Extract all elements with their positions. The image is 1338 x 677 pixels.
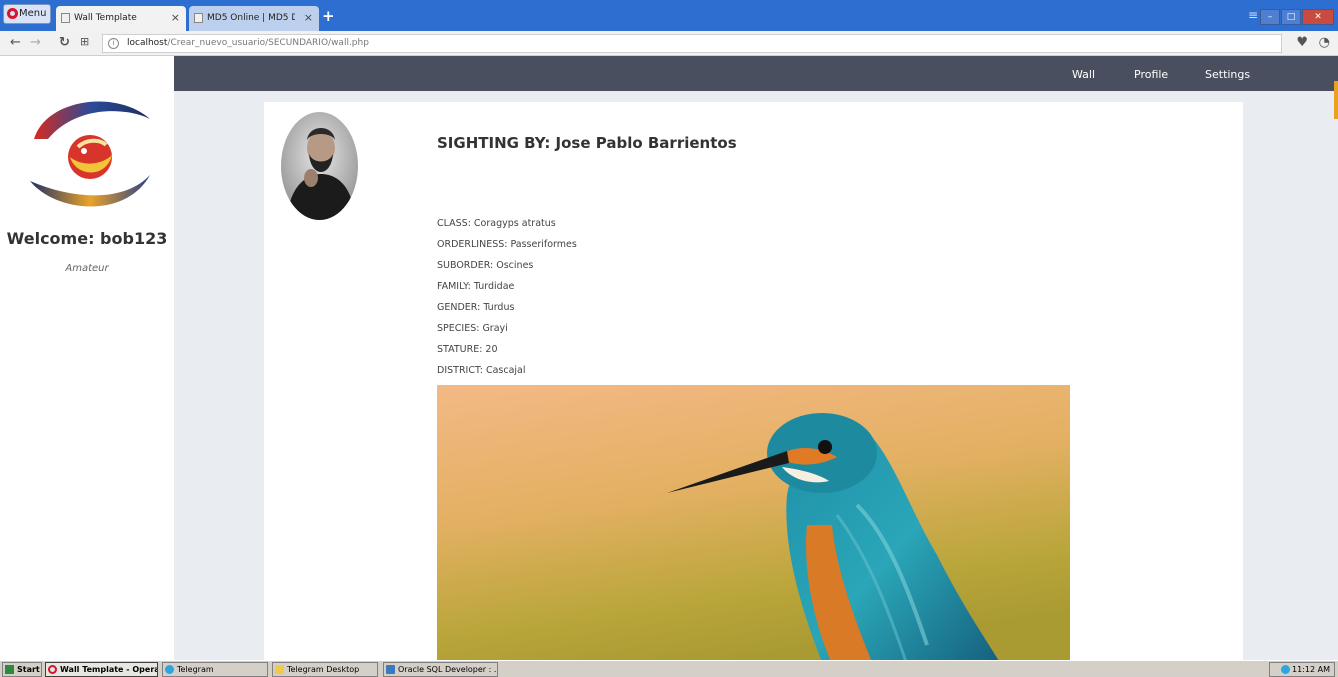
windows-taskbar: Start Wall Template - Opera Telegram Tel… [0, 660, 1338, 677]
start-label: Start [17, 665, 40, 674]
window-controls: – □ ✕ [1259, 4, 1334, 25]
forward-icon[interactable]: → [30, 35, 41, 50]
system-tray: 11:12 AM [1269, 662, 1335, 677]
opera-menu-button[interactable]: Menu [3, 4, 51, 24]
maximize-icon[interactable]: □ [1281, 9, 1301, 25]
lock-icon [194, 13, 203, 23]
user-role: Amateur [65, 263, 109, 274]
taskbar-label: Telegram Desktop [287, 665, 360, 674]
sighting-card: SIGHTING BY: Jose Pablo Barrientos CLASS… [264, 102, 1243, 660]
taskbar-item-telegram-desktop[interactable]: Telegram Desktop [272, 662, 378, 677]
nav-wall[interactable]: Wall [1072, 68, 1095, 81]
taskbar-item-oracle-sql[interactable]: Oracle SQL Developer : ... [383, 662, 498, 677]
field-family: FAMILY: Turdidae [437, 281, 515, 292]
close-tab-icon[interactable]: × [304, 6, 313, 30]
bird-photo [437, 385, 1070, 660]
telegram-tray-icon[interactable] [1281, 665, 1290, 674]
nav-profile[interactable]: Profile [1134, 68, 1168, 81]
field-species: SPECIES: Grayi [437, 323, 508, 334]
close-window-icon[interactable]: ✕ [1302, 9, 1334, 25]
heart-icon[interactable]: ♥ [1296, 35, 1308, 50]
field-orderliness: ORDERLINESS: Passeriformes [437, 239, 577, 250]
clock: 11:12 AM [1292, 665, 1330, 674]
sighting-details: CLASS: Coragyps atratus ORDERLINESS: Pas… [437, 217, 577, 385]
opera-icon [48, 665, 57, 674]
field-district: DISTRICT: Cascajal [437, 365, 526, 376]
taskbar-label: Wall Template - Opera [60, 665, 158, 674]
taskbar-item-telegram[interactable]: Telegram [162, 662, 268, 677]
site-info-icon[interactable]: i [108, 38, 119, 49]
tab-title: MD5 Online | MD5 Decrypter [207, 13, 295, 23]
site-logo [30, 101, 150, 207]
start-button[interactable]: Start [2, 662, 42, 677]
address-bar: ← → ↻ ⊞ i localhost/Crear_nuevo_usuario/… [0, 31, 1338, 56]
taskbar-label: Telegram [177, 665, 214, 674]
field-class: CLASS: Coragyps atratus [437, 218, 556, 229]
top-navigation: Wall Profile Settings [174, 56, 1338, 91]
sighting-title: SIGHTING BY: Jose Pablo Barrientos [437, 134, 737, 152]
folder-icon [275, 665, 284, 674]
opera-logo-icon [7, 8, 18, 19]
new-tab-button[interactable]: + [322, 7, 335, 25]
tab-title: Wall Template [74, 13, 137, 23]
user-avatar [281, 112, 358, 220]
windows-logo-icon [5, 665, 14, 674]
url-path: /Crear_nuevo_usuario/SECUNDARIO/wall.php [167, 38, 369, 48]
scrollbar-thumb[interactable] [1334, 81, 1338, 119]
url-host: localhost [127, 38, 168, 48]
url-field[interactable]: i localhost/Crear_nuevo_usuario/SECUNDAR… [102, 34, 1282, 53]
reload-icon[interactable]: ↻ [59, 35, 70, 50]
speed-dial-icon[interactable]: ⊞ [80, 35, 89, 48]
nav-settings[interactable]: Settings [1205, 68, 1250, 81]
tab-wall-template[interactable]: Wall Template × [56, 6, 186, 31]
field-suborder: SUBORDER: Oscines [437, 260, 534, 271]
web-page: Welcome: bob123 Amateur Wall Profile Set… [0, 56, 1338, 660]
taskbar-item-opera[interactable]: Wall Template - Opera [45, 662, 158, 677]
minimize-icon[interactable]: – [1260, 9, 1280, 25]
vpn-icon[interactable]: ◔ [1319, 35, 1330, 50]
tab-menu-icon[interactable]: ≡ [1248, 8, 1258, 22]
browser-tab-bar: Menu Wall Template × MD5 Online | MD5 De… [0, 0, 1338, 31]
tab-md5-online[interactable]: MD5 Online | MD5 Decrypter × [189, 6, 319, 31]
page-icon [61, 13, 70, 23]
close-tab-icon[interactable]: × [171, 6, 180, 30]
telegram-icon [165, 665, 174, 674]
welcome-text: Welcome: bob123 [6, 229, 168, 248]
field-stature: STATURE: 20 [437, 344, 498, 355]
sidebar: Welcome: bob123 Amateur [0, 56, 174, 660]
menu-label: Menu [19, 8, 47, 19]
oracle-sql-icon [386, 665, 395, 674]
back-icon[interactable]: ← [10, 35, 21, 50]
taskbar-label: Oracle SQL Developer : ... [398, 665, 498, 674]
field-gender: GENDER: Turdus [437, 302, 515, 313]
